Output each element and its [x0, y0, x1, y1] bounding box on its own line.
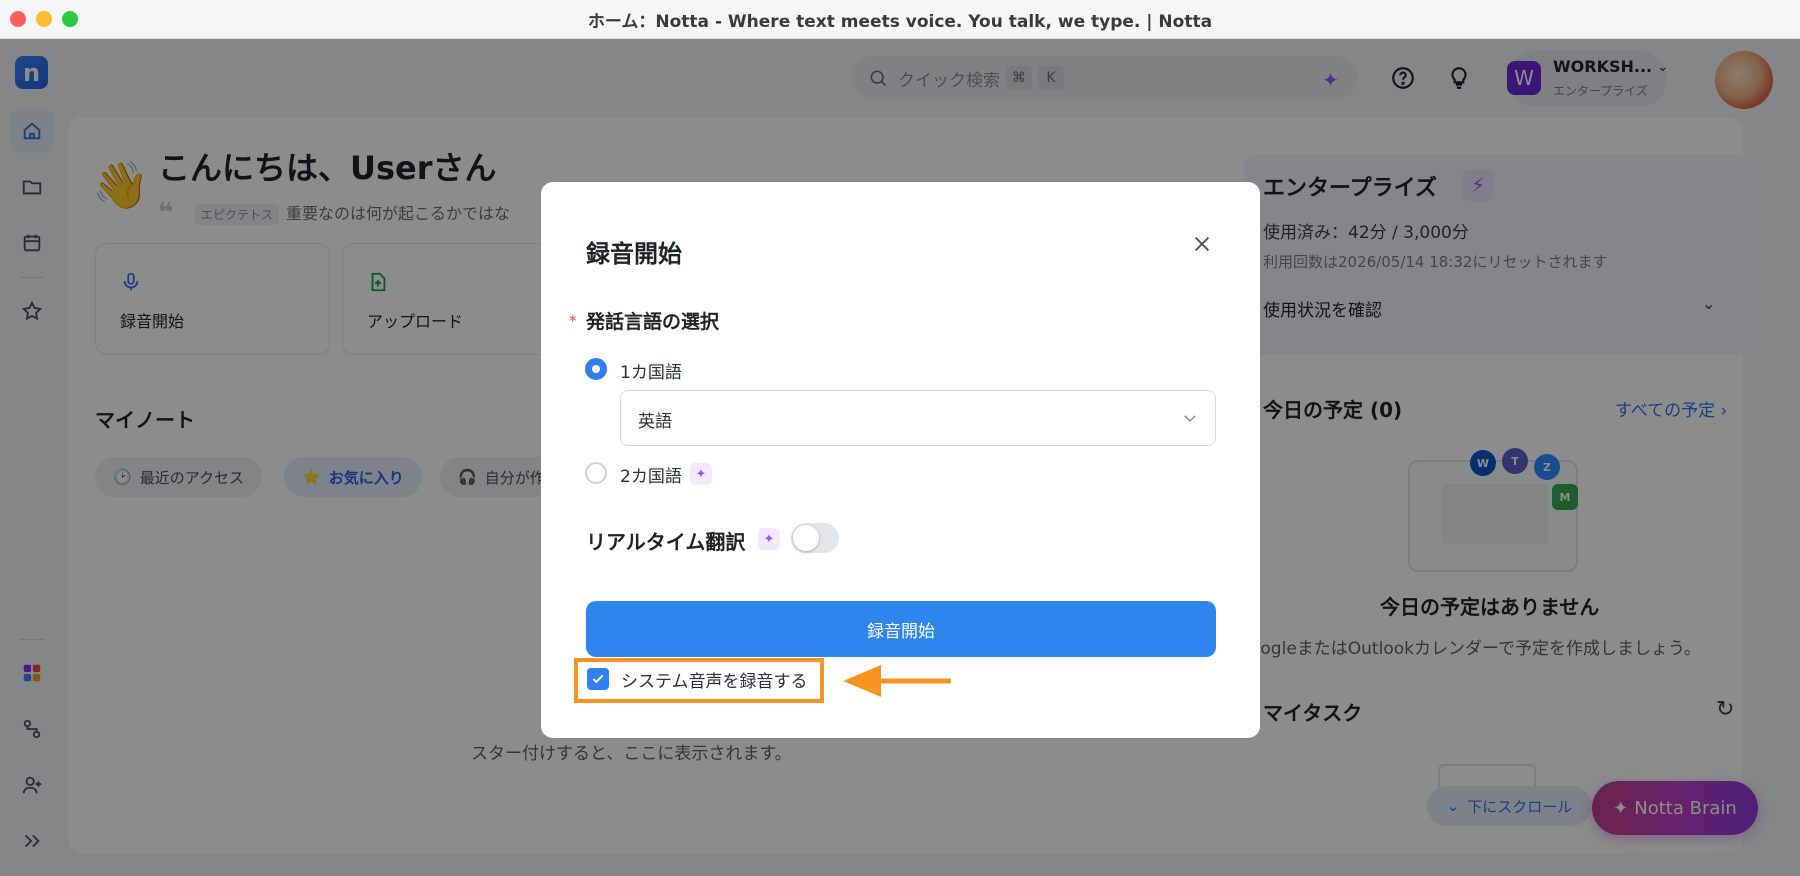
language-select[interactable]: 英語: [620, 390, 1216, 446]
start-recording-dialog: 録音開始 * 発話言語の選択 1カ国語 英語 2カ国語 ✦ リアルタイム翻訳 ✦…: [541, 182, 1260, 738]
language-label: 発話言語の選択: [586, 311, 720, 333]
radio-dual-language[interactable]: [585, 462, 607, 484]
required-mark: *: [569, 312, 577, 330]
dialog-title: 録音開始: [586, 240, 682, 268]
window-controls: [10, 11, 78, 27]
chevron-down-icon: [1184, 415, 1196, 423]
ai-sparkle-icon: ✦: [690, 463, 712, 485]
close-window-button[interactable]: [10, 11, 26, 27]
system-audio-label: システム音声を録音する: [621, 672, 808, 692]
realtime-translation-label: リアルタイム翻訳: [586, 530, 746, 554]
radio-label: 2カ国語: [620, 467, 682, 487]
realtime-translation-toggle[interactable]: [791, 523, 839, 553]
close-icon: [1194, 236, 1210, 252]
zoom-window-button[interactable]: [62, 11, 78, 27]
start-recording-button[interactable]: 録音開始: [586, 601, 1216, 657]
window-title: ホーム：Notta - Where text meets voice. You …: [587, 11, 1213, 32]
radio-single-language[interactable]: [585, 358, 607, 380]
close-button[interactable]: [1188, 230, 1216, 258]
ai-sparkle-icon: ✦: [758, 528, 780, 550]
language-select-value: 英語: [638, 412, 672, 432]
checkmark-icon: [592, 674, 604, 684]
window-titlebar: ホーム：Notta - Where text meets voice. You …: [0, 0, 1800, 39]
system-audio-checkbox[interactable]: [587, 668, 609, 690]
arrow-left-icon: [843, 665, 951, 697]
radio-label: 1カ国語: [620, 363, 682, 383]
minimize-window-button[interactable]: [36, 11, 52, 27]
